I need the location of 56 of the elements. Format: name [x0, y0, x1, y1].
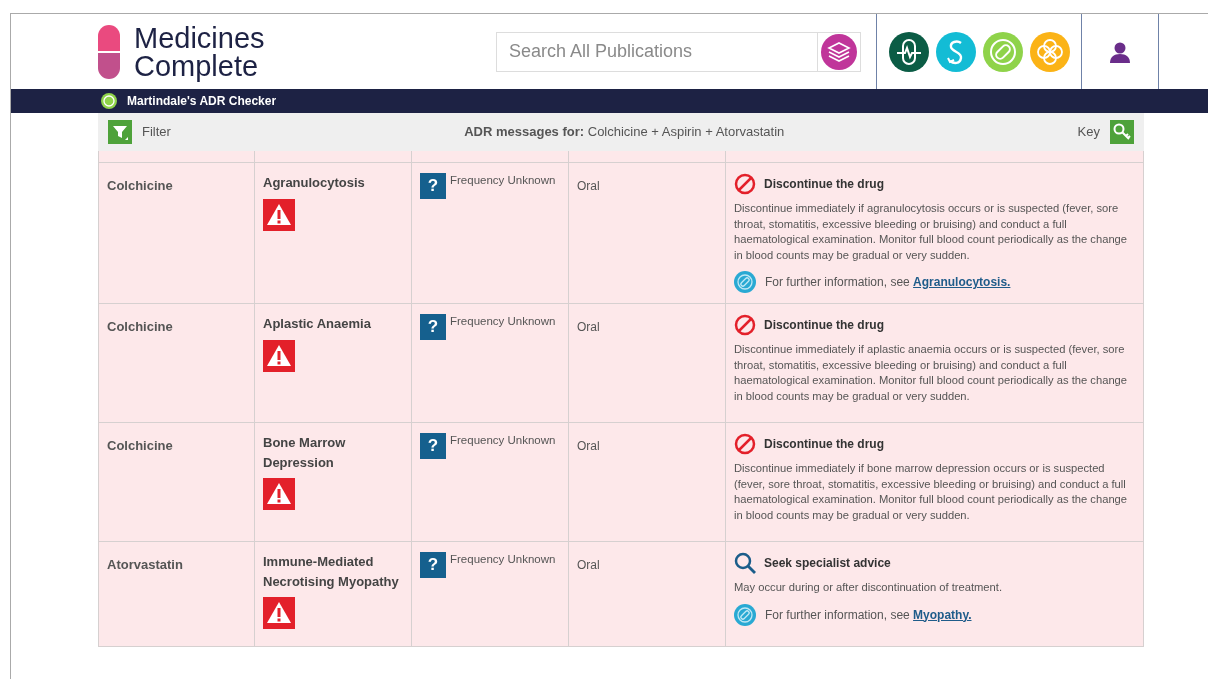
- reaction-name: Agranulocytosis: [263, 174, 366, 192]
- reaction-name: Immune-Mediated Necrotising Myopathy: [263, 553, 400, 591]
- warning-icon: [263, 597, 295, 629]
- messages-heading: ADR messages for: Colchicine + Aspirin + Atorvastatin: [463, 123, 786, 142]
- frequency-text: Frequency Unknown: [450, 433, 556, 447]
- filter-button[interactable]: Filter: [108, 120, 171, 144]
- reaction-name: Aplastic Anaemia: [263, 315, 372, 333]
- brand-name: Complete: [134, 51, 260, 80]
- question-mark-icon: ?: [420, 433, 446, 459]
- warning-icon: [263, 198, 295, 231]
- question-mark-icon: ?: [420, 173, 446, 199]
- user-icon[interactable]: [1109, 40, 1131, 63]
- drug-name: Atorvastatin: [107, 557, 183, 572]
- search-field[interactable]: Search All Publications: [496, 31, 817, 72]
- capsule-logo-icon: [98, 24, 120, 79]
- no-entry-icon: [734, 314, 756, 336]
- route-text: Oral: [577, 179, 600, 193]
- advice-title: Discontinue the drug: [764, 436, 884, 453]
- warning-icon: [263, 478, 295, 510]
- info-text: For further information, see Agranulocytosis.: [765, 274, 1011, 291]
- question-mark-icon: ?: [420, 314, 446, 340]
- advice-text: May occur during or after discontinuation of treatment.: [734, 580, 1003, 595]
- pill-info-icon: [734, 603, 756, 626]
- route-text: Oral: [577, 558, 600, 572]
- key-button[interactable]: Key: [1077, 120, 1134, 144]
- topic-link[interactable]: Myopathy.: [913, 607, 972, 622]
- question-mark-icon: ?: [420, 552, 446, 578]
- heartbeat-app-icon[interactable]: [888, 31, 929, 72]
- key-icon: [1110, 120, 1134, 144]
- route-text: Oral: [577, 320, 600, 334]
- frequency-text: Frequency Unknown: [450, 173, 556, 187]
- advice-title: Discontinue the drug: [764, 176, 884, 193]
- filter-icon: [108, 120, 132, 144]
- route-text: Oral: [577, 439, 600, 453]
- advice-text: Discontinue immediately if agranulocytosis occurs or is suspected (fever, sore throat, stomatitis, excessive bleeding or bruising) and conduct a full haematological examination. Monitor full blood count periodically as the change in blood counts may be gradual or very sudden.: [734, 201, 1129, 263]
- drug-name: Colchicine: [107, 319, 173, 334]
- no-entry-icon: [734, 173, 756, 195]
- advice-title: Discontinue the drug: [764, 317, 884, 334]
- search-icon: [734, 552, 756, 574]
- advice-text: Discontinue immediately if bone marrow depression occurs or is suspected (fever, sore throat, stomatitis, excessive bleeding or bruising) and conduct a full haematological examination. Monitor full blood count periodically as the change in blood counts may be gradual or very sudden.: [734, 461, 1129, 523]
- no-entry-icon: [734, 433, 756, 455]
- frequency-text: Frequency Unknown: [450, 314, 556, 328]
- info-text: For further information, see Myopathy.: [765, 606, 972, 624]
- drug-name: Colchicine: [107, 438, 173, 453]
- reaction-name: Bone Marrow Depression: [263, 434, 347, 472]
- brand-name: Medicines: [134, 23, 265, 52]
- advice-title: Seek specialist advice: [764, 555, 891, 572]
- layers-button[interactable]: [817, 31, 861, 72]
- drug-name: Colchicine: [107, 178, 173, 193]
- product-title: Martindale's ADR Checker: [127, 93, 277, 110]
- pill-product-icon: [101, 93, 117, 109]
- advice-text: Discontinue immediately if aplastic anaemia occurs or is suspected (fever, sore throat, stomatitis, excessive bleeding or bruising) and conduct a full haematological examination. Monitor full blood count periodically as the change in blood counts may be gradual or very sudden.: [734, 342, 1129, 404]
- warning-icon: [263, 339, 295, 372]
- topic-link[interactable]: Agranulocytosis.: [913, 275, 1011, 289]
- frequency-text: Frequency Unknown: [450, 552, 556, 566]
- pill-info-icon: [734, 271, 756, 293]
